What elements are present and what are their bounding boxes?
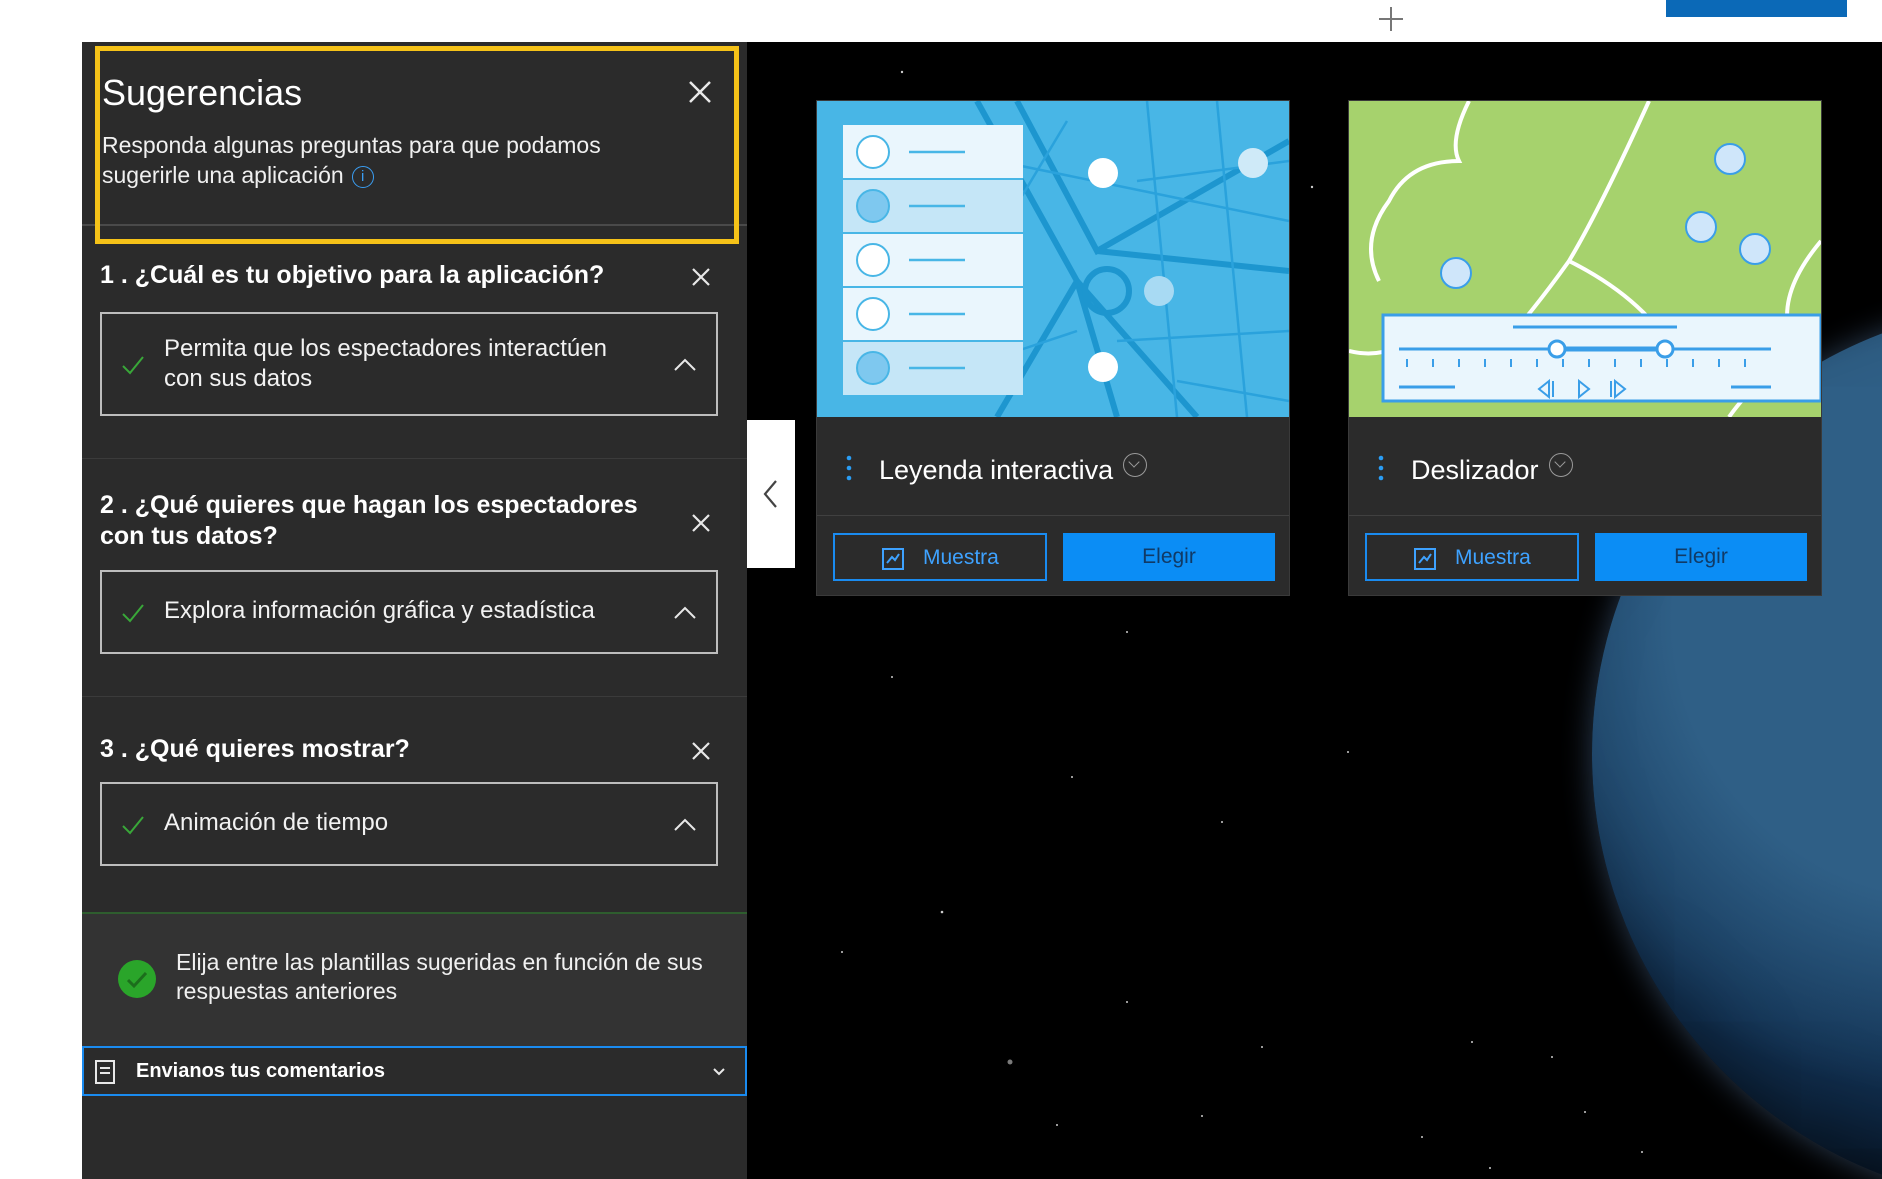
chevron-down-circle-icon[interactable] <box>1123 453 1148 477</box>
check-icon <box>122 604 144 623</box>
template-thumbnail <box>817 101 1289 417</box>
card-title-text: Deslizador <box>1411 455 1539 485</box>
choose-button[interactable]: Elegir <box>1063 533 1275 581</box>
chevron-down-icon <box>713 1068 725 1076</box>
chevron-up-icon[interactable] <box>672 600 698 626</box>
suggestion-text: Elija entre las plantillas sugeridas en … <box>176 949 703 1004</box>
check-icon <box>122 356 144 375</box>
feedback-dropdown[interactable]: Envianos tus comentarios <box>82 1046 747 1096</box>
top-right-button[interactable] <box>1666 0 1847 17</box>
template-thumbnail <box>1349 101 1821 417</box>
chevron-down-circle-icon[interactable] <box>1548 453 1573 477</box>
plus-icon[interactable] <box>1376 4 1406 34</box>
question-2: 2 . ¿Qué quieres que hagan los espectado… <box>82 458 747 697</box>
answer-text: Permita que los espectadores interactúen… <box>164 335 607 392</box>
card-title-text: Leyenda interactiva <box>879 455 1114 485</box>
sample-button[interactable]: Muestra <box>833 533 1047 581</box>
question-2-answer[interactable]: Explora información gráfica y estadístic… <box>100 570 718 654</box>
sample-button[interactable]: Muestra <box>1365 533 1579 581</box>
choose-button[interactable]: Elegir <box>1595 533 1807 581</box>
question-1-answer[interactable]: Permita que los espectadores interactúen… <box>100 312 718 416</box>
answer-text: Animación de tiempo <box>164 809 389 836</box>
question-3: 3 . ¿Qué quieres mostrar? Animación de t… <box>82 696 747 912</box>
question-3-title: 3 . ¿Qué quieres mostrar? <box>100 735 410 763</box>
close-icon[interactable] <box>686 262 716 292</box>
highlight-box <box>95 46 739 244</box>
answer-text: Explora información gráfica y estadístic… <box>164 597 595 624</box>
chevron-left-icon <box>763 480 777 508</box>
question-2-title: 2 . ¿Qué quieres que hagan los espectado… <box>100 491 638 550</box>
question-3-answer[interactable]: Animación de tiempo <box>100 782 718 866</box>
check-icon <box>122 816 144 835</box>
close-icon[interactable] <box>686 736 716 766</box>
question-1-title: 1 . ¿Cuál es tu objetivo para la aplicac… <box>100 261 605 289</box>
check-circle-icon <box>118 960 156 998</box>
feedback-label: Envianos tus comentarios <box>136 1060 385 1082</box>
preview-icon <box>1414 548 1436 570</box>
suggestion-notice: Elija entre las plantillas sugeridas en … <box>82 912 747 1048</box>
chevron-up-icon[interactable] <box>672 352 698 378</box>
card-divider <box>1349 515 1821 516</box>
card-divider <box>817 515 1289 516</box>
sample-label: Muestra <box>923 546 999 569</box>
sample-label: Muestra <box>1455 546 1531 569</box>
feedback-icon <box>95 1060 115 1084</box>
chevron-up-icon[interactable] <box>672 812 698 838</box>
template-card-slider[interactable]: Deslizador Muestra Elegir <box>1348 100 1822 596</box>
template-card-interactive-legend[interactable]: Leyenda interactiva Muestra Elegir <box>816 100 1290 596</box>
question-1: 1 . ¿Cuál es tu objetivo para la aplicac… <box>82 226 747 459</box>
more-options-icon[interactable] <box>845 453 853 483</box>
card-title: Deslizador <box>1411 453 1573 486</box>
suggestions-panel: Sugerencias Responda algunas preguntas p… <box>82 42 747 1179</box>
collapse-panel-button[interactable] <box>747 420 795 568</box>
preview-icon <box>882 548 904 570</box>
more-options-icon[interactable] <box>1377 453 1385 483</box>
card-title: Leyenda interactiva <box>879 453 1148 486</box>
close-icon[interactable] <box>686 508 716 538</box>
